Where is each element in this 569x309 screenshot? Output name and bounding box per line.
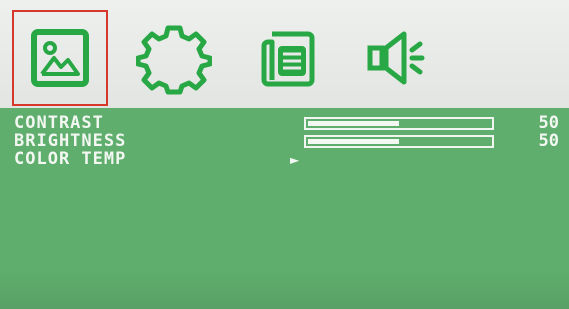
brightness-value: 50 [538,131,559,151]
document-icon [254,26,318,90]
contrast-slider[interactable] [304,117,494,130]
color-temp-label: COLOR TEMP [14,149,127,169]
menu-row-color-temp[interactable]: COLOR TEMP ► [0,150,569,168]
osd-screen: CONTRAST 50 BRIGHTNESS 50 COLOR TEMP ► [0,0,569,309]
brightness-slider-fill [308,139,399,144]
tab-picture[interactable] [12,10,108,106]
tab-audio[interactable] [356,10,452,106]
menu-row-contrast[interactable]: CONTRAST 50 [0,114,569,132]
tab-document[interactable] [238,10,334,106]
speaker-icon [364,26,444,90]
brightness-slider[interactable] [304,135,494,148]
brightness-label: BRIGHTNESS [14,131,127,151]
contrast-value: 50 [538,113,559,133]
contrast-slider-fill [308,121,399,126]
submenu-arrow-icon: ► [290,153,300,167]
picture-icon [28,26,92,90]
tab-settings[interactable] [126,10,222,106]
contrast-label: CONTRAST [14,113,104,133]
osd-menu-panel: CONTRAST 50 BRIGHTNESS 50 COLOR TEMP ► [0,108,569,309]
osd-tab-bar [0,0,569,108]
menu-row-brightness[interactable]: BRIGHTNESS 50 [0,132,569,150]
gear-icon [136,20,212,96]
